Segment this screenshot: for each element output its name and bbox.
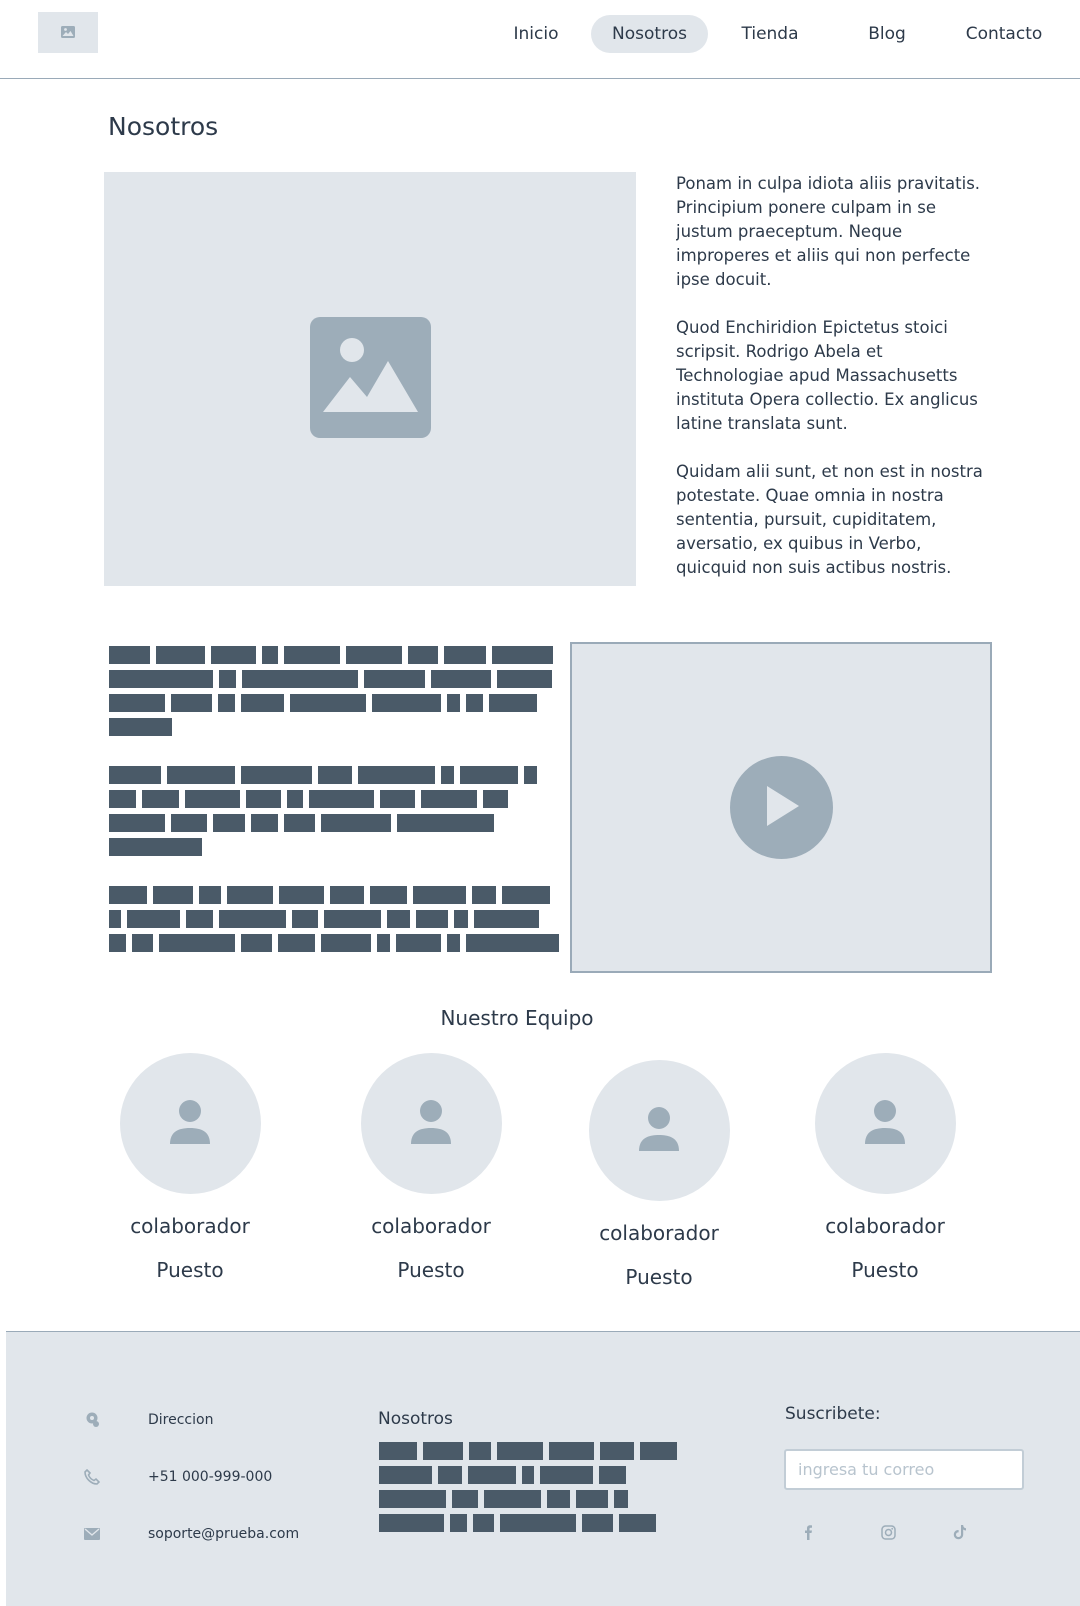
nav-item-inicio[interactable]: Inicio bbox=[499, 15, 573, 53]
member-name: colaborador bbox=[599, 1221, 719, 1245]
about-paragraph: Ponam in culpa idiota aliis pravitatis. … bbox=[676, 174, 981, 289]
mail-icon bbox=[84, 1526, 100, 1542]
team-member-card: colaborador Puesto bbox=[90, 1053, 290, 1282]
contact-address: Direccion bbox=[84, 1412, 213, 1428]
redacted-text-block bbox=[109, 646, 559, 958]
video-player[interactable] bbox=[570, 642, 992, 973]
page-title: Nosotros bbox=[108, 112, 219, 141]
avatar bbox=[588, 1060, 730, 1201]
avatar bbox=[814, 1053, 956, 1194]
image-icon bbox=[309, 316, 431, 442]
play-button[interactable] bbox=[729, 756, 833, 859]
member-name: colaborador bbox=[130, 1214, 250, 1238]
team-member-card: colaborador Puesto bbox=[559, 1060, 759, 1289]
email-text[interactable]: soporte@prueba.com bbox=[148, 1526, 299, 1542]
site-footer: Direccion +51 000-999-000 soporte@prueba… bbox=[6, 1331, 1080, 1606]
about-paragraph: Quidam alii sunt, et non est in nostra p… bbox=[676, 462, 983, 577]
user-icon bbox=[637, 1105, 681, 1157]
footer-redacted-text bbox=[379, 1442, 689, 1538]
member-role: Puesto bbox=[397, 1258, 465, 1282]
nav-item-nosotros[interactable]: Nosotros bbox=[591, 15, 708, 53]
nav-item-tienda[interactable]: Tienda bbox=[730, 15, 810, 53]
hero-image-placeholder bbox=[104, 172, 636, 586]
user-icon bbox=[409, 1098, 453, 1150]
member-name: colaborador bbox=[825, 1214, 945, 1238]
phone-icon bbox=[84, 1469, 100, 1485]
nav-item-contacto[interactable]: Contacto bbox=[960, 15, 1048, 53]
subscribe-email-input[interactable] bbox=[784, 1449, 1024, 1490]
team-member-card: colaborador Puesto bbox=[331, 1053, 531, 1282]
facebook-icon[interactable] bbox=[798, 1522, 818, 1542]
instagram-icon[interactable] bbox=[878, 1522, 898, 1542]
footer-about-title: Nosotros bbox=[378, 1409, 453, 1429]
member-name: colaborador bbox=[371, 1214, 491, 1238]
about-text: Ponam in culpa idiota aliis pravitatis. … bbox=[676, 172, 986, 580]
phone-text[interactable]: +51 000-999-000 bbox=[148, 1469, 272, 1485]
avatar bbox=[360, 1053, 502, 1194]
user-icon bbox=[863, 1098, 907, 1150]
address-text: Direccion bbox=[148, 1412, 214, 1428]
nav-item-blog[interactable]: Blog bbox=[850, 15, 924, 53]
site-header: Inicio Nosotros Tienda Blog Contacto bbox=[0, 0, 1080, 79]
play-icon bbox=[761, 783, 801, 833]
subscribe-title: Suscribete: bbox=[785, 1404, 881, 1424]
main-nav: Inicio Nosotros Tienda Blog Contacto bbox=[0, 15, 1080, 53]
contact-email: soporte@prueba.com bbox=[84, 1526, 299, 1542]
team-member-card: colaborador Puesto bbox=[785, 1053, 985, 1282]
team-title: Nuestro Equipo bbox=[440, 1006, 594, 1030]
member-role: Puesto bbox=[156, 1258, 224, 1282]
avatar bbox=[119, 1053, 261, 1194]
location-icon bbox=[84, 1412, 100, 1428]
member-role: Puesto bbox=[851, 1258, 919, 1282]
tiktok-icon[interactable] bbox=[950, 1522, 970, 1542]
member-role: Puesto bbox=[625, 1265, 693, 1289]
contact-phone: +51 000-999-000 bbox=[84, 1469, 272, 1485]
user-icon bbox=[168, 1098, 212, 1150]
about-paragraph: Quod Enchiridion Epictetus stoici scrips… bbox=[676, 318, 978, 433]
